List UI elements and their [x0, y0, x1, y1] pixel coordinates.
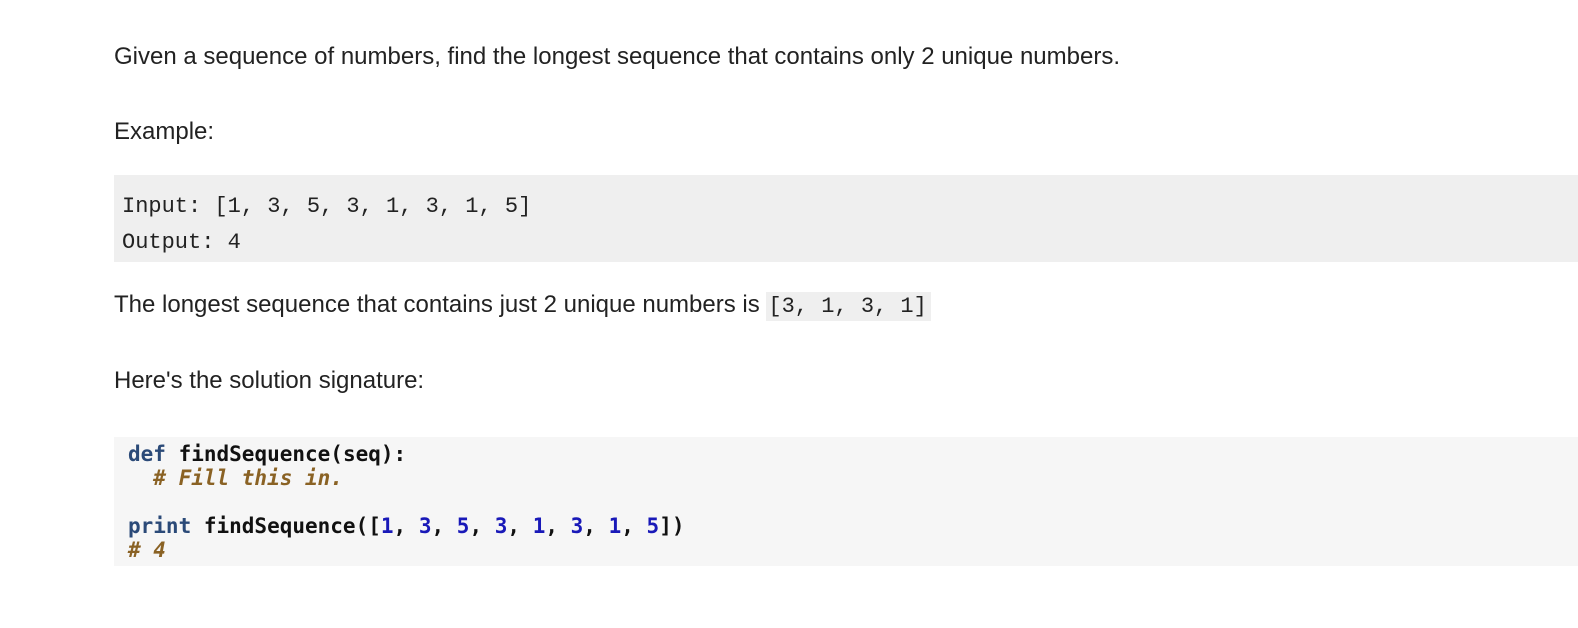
- code-separator: ,: [545, 514, 571, 538]
- code-separator: ,: [393, 514, 419, 538]
- problem-statement: Given a sequence of numbers, find the lo…: [114, 43, 1120, 70]
- code-number-literal: 5: [646, 514, 660, 538]
- code-separator: ,: [469, 514, 495, 538]
- solution-code-block: def findSequence(seq): # Fill this in. p…: [114, 437, 1578, 566]
- code-comment-result: # 4: [128, 538, 166, 562]
- code-separator: ,: [621, 514, 647, 538]
- example-output-line: Output: 4: [122, 230, 241, 255]
- code-separator: ,: [507, 514, 533, 538]
- example-heading: Example:: [114, 118, 215, 145]
- example-input-line: Input: [1, 3, 5, 3, 1, 3, 1, 5]: [122, 194, 532, 219]
- example-code-block: Input: [1, 3, 5, 3, 1, 3, 1, 5] Output: …: [114, 175, 1578, 262]
- code-number-literal: 3: [418, 514, 432, 538]
- explanation-paragraph: The longest sequence that contains just …: [114, 290, 931, 322]
- code-line-result: # 4: [128, 538, 1578, 562]
- code-number-literal: 1: [608, 514, 622, 538]
- code-comment-fill: # Fill this in.: [128, 466, 343, 490]
- code-line-def: def findSequence(seq):: [128, 442, 1578, 466]
- code-separator: ,: [431, 514, 457, 538]
- code-number-literal: 3: [570, 514, 584, 538]
- code-call-close: ]): [659, 514, 685, 538]
- code-keyword-def: def: [128, 442, 166, 466]
- code-line-print: print findSequence([1, 3, 5, 3, 1, 3, 1,…: [128, 514, 1578, 538]
- code-call-args: 1, 3, 5, 3, 1, 3, 1, 5: [381, 514, 659, 538]
- code-line-comment: # Fill this in.: [128, 466, 1578, 490]
- code-keyword-print: print: [128, 514, 192, 538]
- code-function-header: findSequence(seq):: [165, 442, 407, 466]
- signature-heading: Here's the solution signature:: [114, 367, 425, 394]
- inline-code-sequence: [3, 1, 3, 1]: [766, 292, 931, 321]
- code-separator: ,: [583, 514, 609, 538]
- explanation-text: The longest sequence that contains just …: [114, 291, 767, 318]
- code-number-literal: 3: [494, 514, 508, 538]
- code-number-literal: 5: [456, 514, 470, 538]
- code-number-literal: 1: [380, 514, 394, 538]
- code-number-literal: 1: [532, 514, 546, 538]
- code-call-open: findSequence([: [191, 514, 381, 538]
